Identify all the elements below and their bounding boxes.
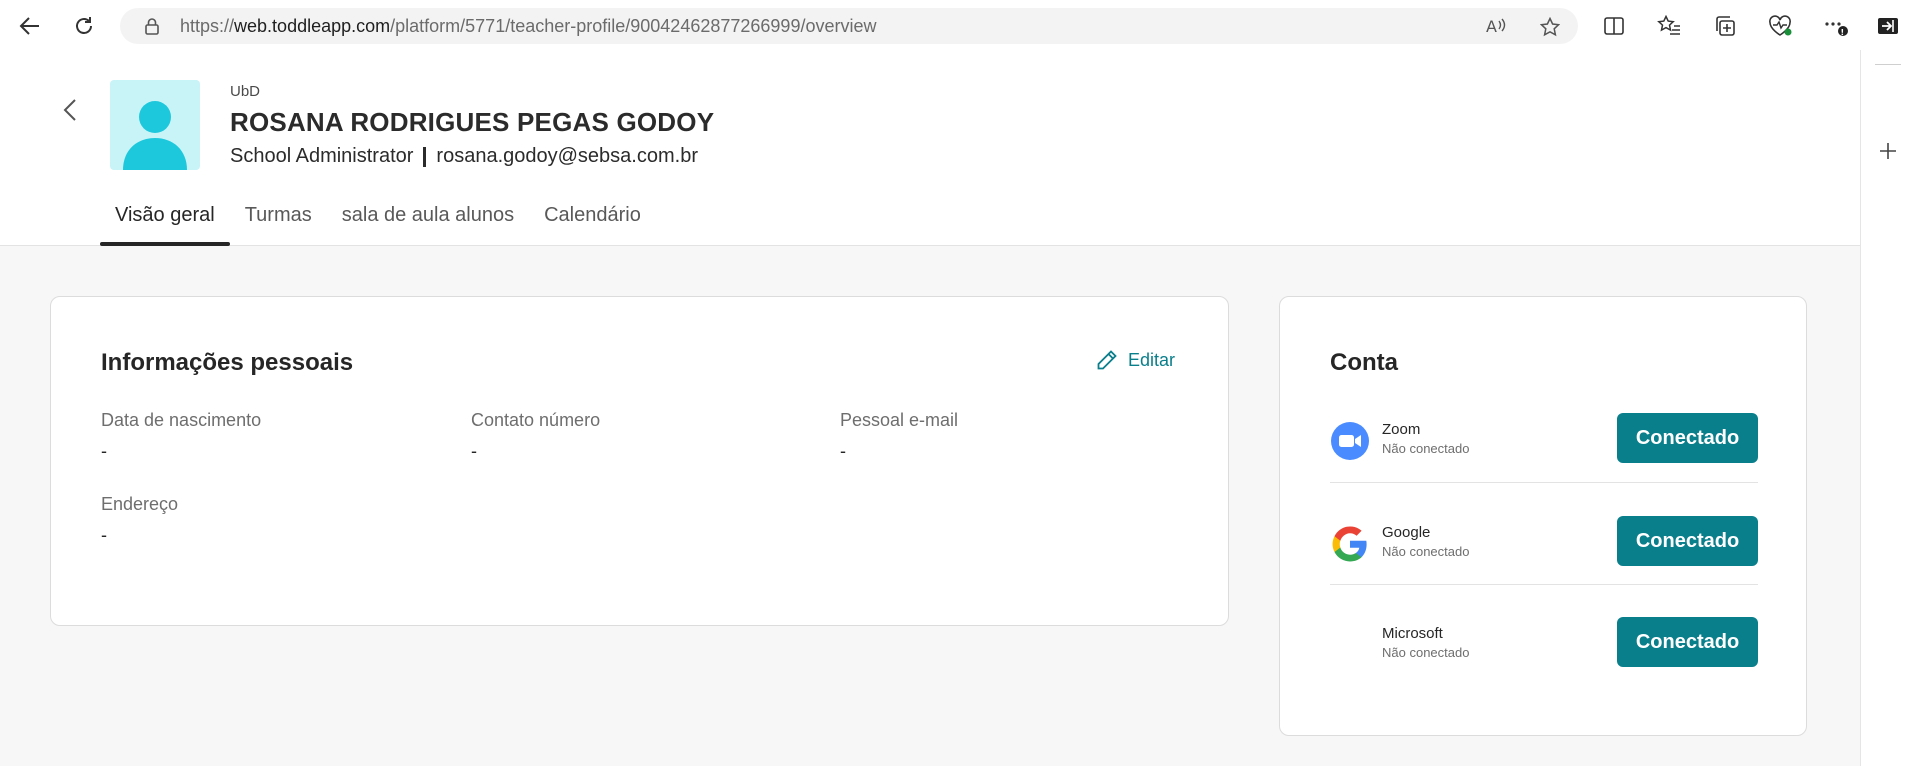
back-chevron-icon[interactable]	[56, 96, 84, 124]
microsoft-icon	[1330, 625, 1370, 665]
refresh-icon[interactable]	[68, 10, 100, 42]
profile-header: UbD ROSANA RODRIGUES PEGAS GODOY School …	[0, 50, 1860, 246]
field-birth-date: Data de nascimento -	[101, 410, 261, 462]
divider	[1330, 584, 1758, 585]
sidebar-toggle-icon[interactable]	[1874, 12, 1902, 40]
collections-icon[interactable]	[1711, 12, 1739, 40]
svg-text:!: !	[1841, 28, 1845, 37]
field-personal-email: Pessoal e-mail -	[840, 410, 958, 462]
read-aloud-icon[interactable]: A	[1486, 17, 1506, 40]
role-text: School Administrator	[230, 145, 414, 167]
field-value: -	[471, 441, 477, 461]
field-label: Endereço	[101, 494, 179, 514]
email-text: rosana.godoy@sebsa.com.br	[436, 145, 698, 167]
favorite-star-icon[interactable]	[1539, 16, 1561, 42]
field-value: -	[101, 441, 107, 461]
organization-label: UbD	[230, 83, 261, 100]
account-row-zoom: Zoom Não conectado Conectado	[1330, 401, 1758, 481]
account-row-microsoft: Microsoft Não conectado Conectado	[1330, 605, 1758, 685]
account-status: Não conectado	[1382, 544, 1470, 559]
field-label: Pessoal e-mail	[840, 410, 959, 430]
account-status: Não conectado	[1382, 645, 1470, 660]
zoom-icon	[1330, 421, 1370, 461]
tab-student-classroom[interactable]: sala de aula alunos	[327, 198, 529, 246]
account-title: Conta	[1330, 349, 1398, 376]
google-connect-button[interactable]: Conectado	[1617, 516, 1758, 566]
field-address: Endereço -	[101, 494, 178, 546]
google-icon	[1330, 524, 1370, 564]
separator	[423, 146, 427, 167]
edit-button[interactable]: Editar	[1096, 349, 1175, 371]
user-silhouette-icon	[123, 101, 187, 170]
split-screen-icon[interactable]	[1600, 12, 1628, 40]
account-name: Zoom	[1382, 421, 1421, 438]
favorites-list-icon[interactable]	[1655, 12, 1683, 40]
avatar	[110, 80, 200, 170]
profile-tabs: Visão geral Turmas sala de aula alunos C…	[100, 198, 656, 246]
account-name: Microsoft	[1382, 625, 1443, 642]
browser-side-panel	[1860, 50, 1913, 766]
profile-name: ROSANA RODRIGUES PEGAS GODOY	[230, 107, 715, 137]
microsoft-connect-button[interactable]: Conectado	[1617, 617, 1758, 667]
lock-icon	[144, 17, 160, 40]
address-bar[interactable]: https://web.toddleapp.com/platform/5771/…	[120, 8, 1578, 44]
pencil-icon	[1097, 350, 1117, 370]
role-email-line: School Administrator rosana.godoy@sebsa.…	[230, 145, 698, 168]
account-name: Google	[1382, 524, 1431, 541]
back-arrow-icon[interactable]	[14, 10, 46, 42]
account-row-google: Google Não conectado Conectado	[1330, 504, 1758, 584]
personal-info-title: Informações pessoais	[101, 349, 354, 376]
field-label: Contato número	[471, 410, 601, 430]
browser-essentials-icon[interactable]	[1766, 12, 1794, 40]
field-label: Data de nascimento	[101, 410, 262, 430]
more-options-icon[interactable]: !	[1822, 12, 1850, 40]
field-value: -	[840, 441, 846, 461]
divider	[1330, 482, 1758, 483]
plus-icon[interactable]	[1875, 138, 1901, 164]
side-divider	[1875, 64, 1901, 65]
edit-label: Editar	[1128, 349, 1176, 370]
account-card: Conta Zoom Não conectado Conectado Googl…	[1279, 296, 1807, 736]
field-value: -	[101, 525, 107, 545]
tab-classes[interactable]: Turmas	[230, 198, 327, 246]
account-status: Não conectado	[1382, 441, 1470, 456]
personal-info-card: Informações pessoais Editar Data de nasc…	[50, 296, 1229, 626]
page-viewport: UbD ROSANA RODRIGUES PEGAS GODOY School …	[0, 50, 1860, 766]
tab-overview[interactable]: Visão geral	[100, 198, 230, 246]
url-text: https://web.toddleapp.com/platform/5771/…	[180, 16, 877, 36]
field-contact-number: Contato número -	[471, 410, 600, 462]
zoom-connect-button[interactable]: Conectado	[1617, 413, 1758, 463]
svg-text:A: A	[1486, 17, 1497, 35]
browser-toolbar: https://web.toddleapp.com/platform/5771/…	[0, 0, 1913, 50]
tab-calendar[interactable]: Calendário	[529, 198, 656, 246]
